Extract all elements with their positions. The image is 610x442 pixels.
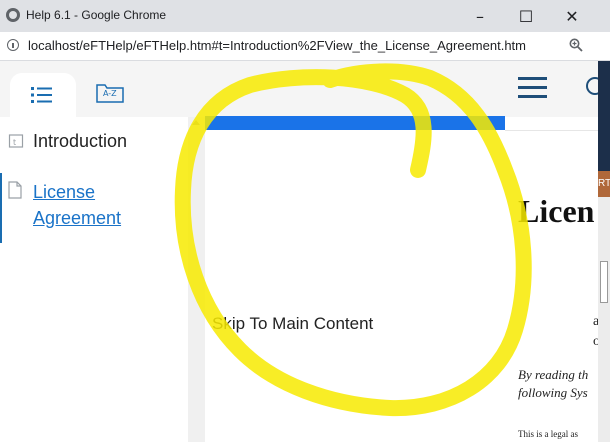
book-icon: t bbox=[8, 134, 24, 148]
scroll-up-arrow-icon[interactable] bbox=[192, 120, 200, 125]
a-z-label: A-Z bbox=[103, 89, 117, 98]
legal-text: This is a legal as bbox=[518, 429, 578, 439]
skip-to-main-content-link[interactable]: Skip To Main Content bbox=[212, 314, 373, 334]
scroll-thumb[interactable] bbox=[600, 261, 608, 303]
tab-table-of-contents[interactable] bbox=[10, 73, 76, 117]
zoom-icon[interactable] bbox=[569, 38, 583, 52]
intro-italic-text: following Sys bbox=[518, 385, 588, 400]
list-icon bbox=[31, 87, 52, 103]
minimize-button[interactable]: – bbox=[457, 0, 503, 32]
toc-sidebar bbox=[0, 117, 188, 442]
intro-italic-text: By reading th bbox=[518, 367, 589, 382]
sidebar-scrollbar[interactable] bbox=[188, 117, 205, 442]
hamburger-menu-icon[interactable] bbox=[518, 75, 548, 101]
svg-text:t: t bbox=[13, 138, 16, 147]
window-title: Help 6.1 - Google Chrome bbox=[26, 8, 167, 22]
active-indicator bbox=[0, 173, 2, 243]
topic-heading: Licen bbox=[518, 193, 595, 229]
sidebar-tab-bar: A-Z bbox=[0, 61, 205, 117]
search-icon[interactable] bbox=[586, 77, 598, 95]
content-header-strip bbox=[205, 116, 505, 130]
orange-badge: RT bbox=[598, 171, 610, 197]
address-bar[interactable]: localhost/eFTHelp/eFTHelp.htm#t=Introduc… bbox=[0, 32, 610, 61]
browser-title-bar: Help 6.1 - Google Chrome – ☐ ✕ bbox=[0, 0, 610, 33]
toc-item-introduction[interactable]: t Introduction bbox=[0, 131, 188, 161]
site-info-icon[interactable] bbox=[7, 39, 19, 51]
toc-item-license-agreement[interactable]: License Agreement bbox=[0, 173, 188, 243]
url-text[interactable]: localhost/eFTHelp/eFTHelp.htm#t=Introduc… bbox=[28, 38, 526, 53]
adjacent-window-edge: RT bbox=[598, 61, 610, 442]
help-page: A-Z t Introduction License Agreement Ski… bbox=[0, 61, 598, 442]
toc-item-label[interactable]: License Agreement bbox=[33, 179, 183, 231]
maximize-button[interactable]: ☐ bbox=[503, 0, 549, 32]
toc-item-label[interactable]: Introduction bbox=[33, 131, 127, 152]
chrome-globe-icon bbox=[6, 8, 20, 22]
tab-index[interactable]: A-Z bbox=[96, 81, 132, 109]
close-button[interactable]: ✕ bbox=[549, 0, 595, 32]
dark-panel bbox=[598, 61, 610, 171]
topic-content: Licen as of By reading th following Sys … bbox=[505, 130, 598, 442]
document-icon bbox=[8, 181, 22, 199]
